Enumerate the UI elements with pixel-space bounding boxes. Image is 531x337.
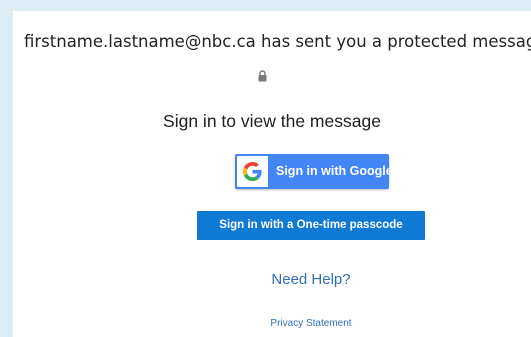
sign-in-prompt: Sign in to view the message bbox=[163, 111, 381, 131]
lock-icon bbox=[258, 70, 267, 82]
privacy-statement-link[interactable]: Privacy Statement bbox=[13, 318, 531, 329]
sender-message-text: has sent you a protected message bbox=[261, 32, 531, 51]
google-g-icon bbox=[243, 162, 262, 181]
sender-email: firstname.lastname@nbc.ca bbox=[24, 32, 256, 51]
message-card: firstname.lastname@nbc.ca has sent you a… bbox=[13, 11, 531, 337]
google-button-label: Sign in with Google bbox=[276, 164, 393, 178]
sign-in-otp-button[interactable]: Sign in with a One-time passcode bbox=[197, 211, 425, 240]
sender-line: firstname.lastname@nbc.ca has sent you a… bbox=[24, 32, 531, 51]
google-badge bbox=[237, 156, 268, 187]
need-help-link[interactable]: Need Help? bbox=[13, 271, 531, 288]
sign-in-google-button[interactable]: Sign in with Google bbox=[235, 154, 393, 189]
